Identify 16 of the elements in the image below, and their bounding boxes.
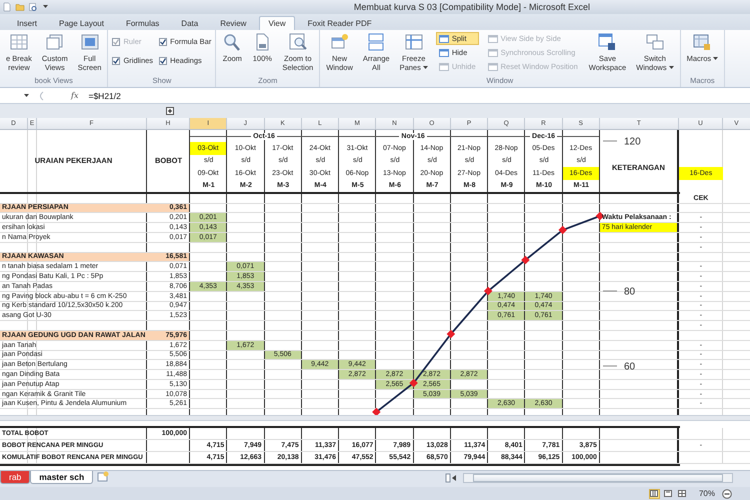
- ribbon-tab[interactable]: Formulas: [116, 16, 168, 30]
- ribbon-tab[interactable]: Page Layout: [50, 16, 113, 30]
- axis-label: 60: [624, 362, 636, 372]
- window-title: Membuat kurva S 03 [Compatibility Mode] - Microsoft Excel: [354, 2, 590, 12]
- axis-label: 80: [624, 286, 636, 298]
- ribbon-tab[interactable]: Data: [172, 16, 208, 30]
- zoom-level[interactable]: 70%: [698, 489, 715, 498]
- ribbon-tab[interactable]: Foxit Reader PDF: [298, 16, 381, 30]
- ribbon-tab[interactable]: Review: [211, 16, 256, 30]
- ribbon-tab[interactable]: View: [259, 16, 295, 30]
- insert-function-button[interactable]: fx: [71, 91, 78, 100]
- sheet-tab[interactable]: master sch: [30, 471, 94, 484]
- axis-label: 120: [624, 136, 641, 148]
- ribbon-tab[interactable]: Insert: [8, 16, 46, 30]
- sheet-tab[interactable]: rab: [0, 471, 30, 484]
- formula-text[interactable]: =$H21/2: [88, 90, 121, 100]
